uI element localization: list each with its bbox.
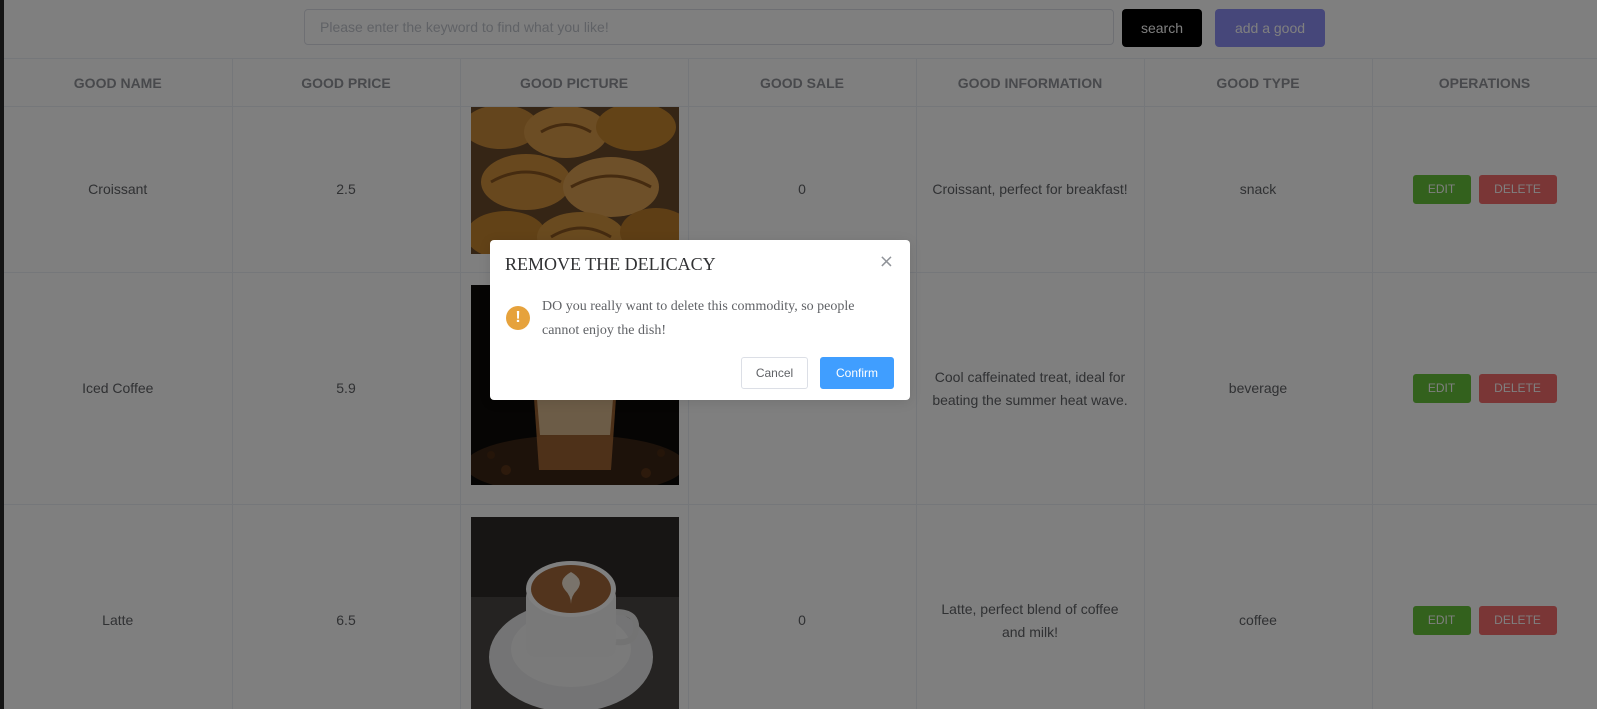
close-icon[interactable]: × [879, 253, 894, 271]
delete-confirm-dialog: REMOVE THE DELICACY × ! DO you really wa… [490, 240, 910, 400]
confirm-button[interactable]: Confirm [820, 357, 894, 389]
app-root: search add a good GOOD NAME GOOD PRICE G… [0, 0, 1597, 709]
cancel-button[interactable]: Cancel [741, 357, 808, 389]
dialog-title: REMOVE THE DELICACY [505, 254, 716, 274]
dialog-message: DO you really want to delete this commod… [542, 299, 855, 338]
warning-icon: ! [506, 306, 530, 330]
